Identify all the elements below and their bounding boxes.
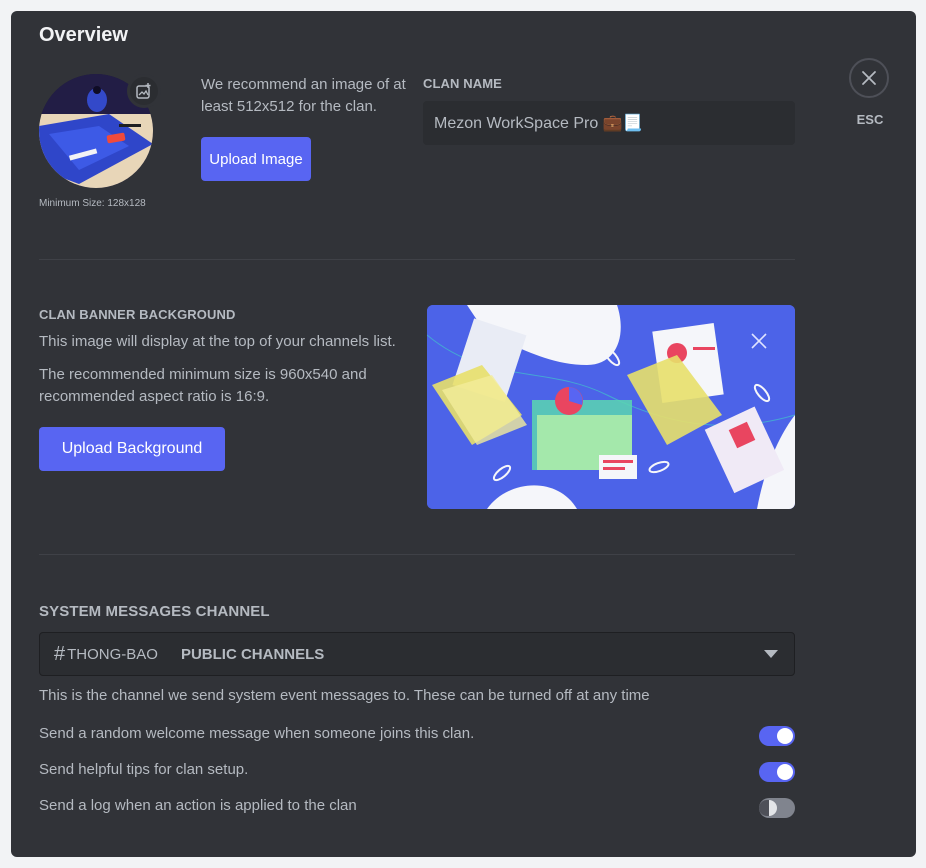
toggle-knob (759, 800, 777, 816)
system-channel-help: This is the channel we send system event… (39, 687, 650, 704)
banner-preview (427, 305, 795, 509)
log-toggle[interactable] (759, 798, 795, 818)
toggle-label-tips: Send helpful tips for clan setup. (39, 761, 249, 778)
add-image-button[interactable] (127, 74, 161, 108)
divider (39, 554, 795, 555)
clan-avatar[interactable] (39, 74, 161, 188)
banner-description: This image will display at the top of yo… (39, 333, 396, 350)
close-icon (751, 333, 767, 349)
add-image-icon (136, 83, 151, 99)
system-channel-label: SYSTEM MESSAGES CHANNEL (39, 603, 270, 620)
banner-size-note: The recommended minimum size is 960x540 … (39, 366, 367, 405)
chevron-down-icon (764, 650, 778, 658)
toggle-knob (777, 764, 793, 780)
page-title: Overview (39, 24, 128, 46)
clan-name-value: Mezon WorkSpace Pro 💼📃 (434, 115, 643, 132)
channel-category: PUBLIC CHANNELS (180, 645, 325, 663)
system-channel-select[interactable]: # THONG-BAO PUBLIC CHANNELS (39, 632, 795, 676)
upload-background-button[interactable]: Upload Background (39, 427, 225, 471)
avatar-recommendation: We recommend an image of at least 512x51… (201, 76, 406, 115)
banner-label: CLAN BANNER BACKGROUND (39, 307, 236, 322)
toggle-label-welcome: Send a random welcome message when someo… (39, 725, 475, 742)
tips-toggle[interactable] (759, 762, 795, 782)
settings-panel: Overview ESC Minimum Size: 128x128 We re… (11, 11, 916, 857)
welcome-message-toggle[interactable] (759, 726, 795, 746)
channel-name: THONG-BAO (67, 645, 158, 663)
clan-name-label: CLAN NAME (423, 76, 502, 91)
avatar-min-size: Minimum Size: 128x128 (39, 198, 146, 209)
close-icon (862, 71, 876, 85)
toggle-label-log: Send a log when an action is applied to … (39, 797, 357, 814)
channel-hash-icon: # (54, 642, 66, 665)
clan-name-input[interactable]: Mezon WorkSpace Pro 💼📃 (423, 101, 795, 145)
toggle-knob (777, 728, 793, 744)
esc-label: ESC (856, 112, 884, 127)
remove-banner-button[interactable] (749, 331, 769, 351)
divider (39, 259, 795, 260)
upload-image-button[interactable]: Upload Image (201, 137, 311, 181)
close-button[interactable] (849, 58, 889, 98)
